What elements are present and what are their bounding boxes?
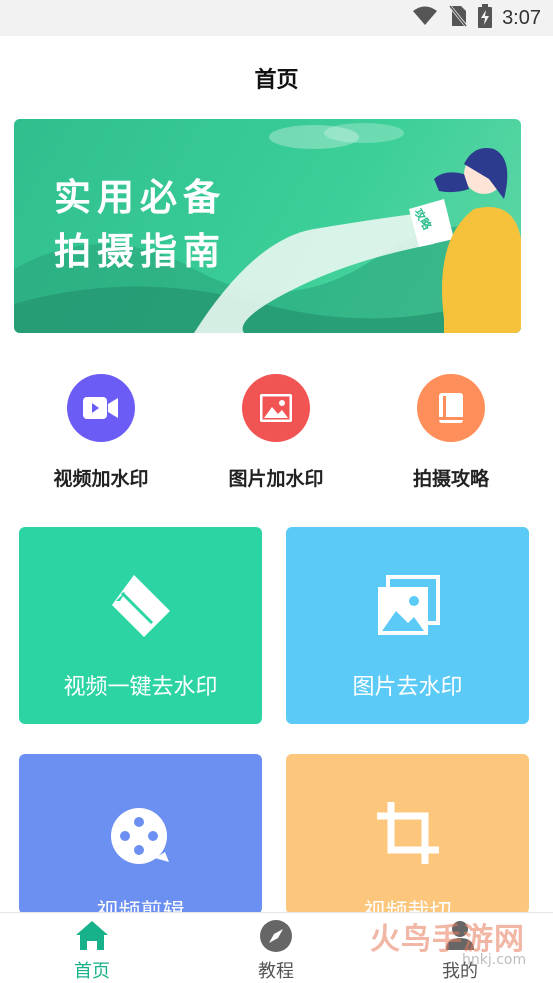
site-watermark: 火鸟手游网 hnkj.com	[370, 914, 545, 974]
crop-icon	[376, 802, 439, 864]
images-icon	[377, 575, 440, 635]
card-label: 图片去水印	[352, 675, 463, 700]
image-icon	[242, 374, 310, 442]
shortcut-label: 图片加水印	[228, 468, 324, 490]
wifi-icon	[412, 6, 438, 30]
film-reel-icon	[110, 808, 169, 864]
compass-icon	[260, 920, 292, 952]
card-video-remove-watermark[interactable]: 视频一键去水印	[19, 527, 262, 724]
status-bar: 3:07	[0, 0, 553, 36]
card-label: 视频一键去水印	[63, 675, 218, 700]
nav-label: 教程	[258, 961, 294, 982]
battery-charging-icon	[478, 4, 493, 32]
shortcut-image-watermark[interactable]: 图片加水印	[191, 374, 361, 491]
video-camera-icon	[67, 374, 135, 442]
nav-label: 首页	[74, 961, 110, 982]
page-title: 首页	[254, 68, 299, 93]
eraser-icon	[111, 575, 170, 637]
shortcut-label: 拍摄攻略	[412, 468, 489, 490]
nav-tutorial[interactable]: 教程	[216, 913, 336, 983]
banner-title-line1: 实用必备	[54, 176, 226, 219]
shortcut-video-watermark[interactable]: 视频加水印	[16, 374, 186, 491]
nav-home[interactable]: 首页	[32, 913, 152, 983]
banner-title-line2: 拍摄指南	[54, 230, 226, 273]
shortcut-label: 视频加水印	[53, 468, 149, 490]
card-label: 视频剪辑	[96, 900, 185, 914]
card-label: 视频裁切	[363, 900, 452, 914]
shortcut-shooting-guide[interactable]: 拍摄攻略	[366, 374, 536, 491]
book-icon	[417, 374, 485, 442]
card-video-edit[interactable]: 视频剪辑	[19, 754, 262, 914]
card-image-remove-watermark[interactable]: 图片去水印	[286, 527, 529, 724]
status-time: 3:07	[502, 6, 541, 29]
card-video-crop[interactable]: 视频裁切	[286, 754, 529, 914]
banner[interactable]: 实用必备 拍摄指南 攻略	[14, 119, 521, 333]
status-icons: 3:07	[412, 4, 541, 32]
home-icon	[76, 921, 108, 950]
no-sim-icon	[447, 4, 469, 32]
watermark-subtext: hnkj.com	[462, 952, 527, 968]
